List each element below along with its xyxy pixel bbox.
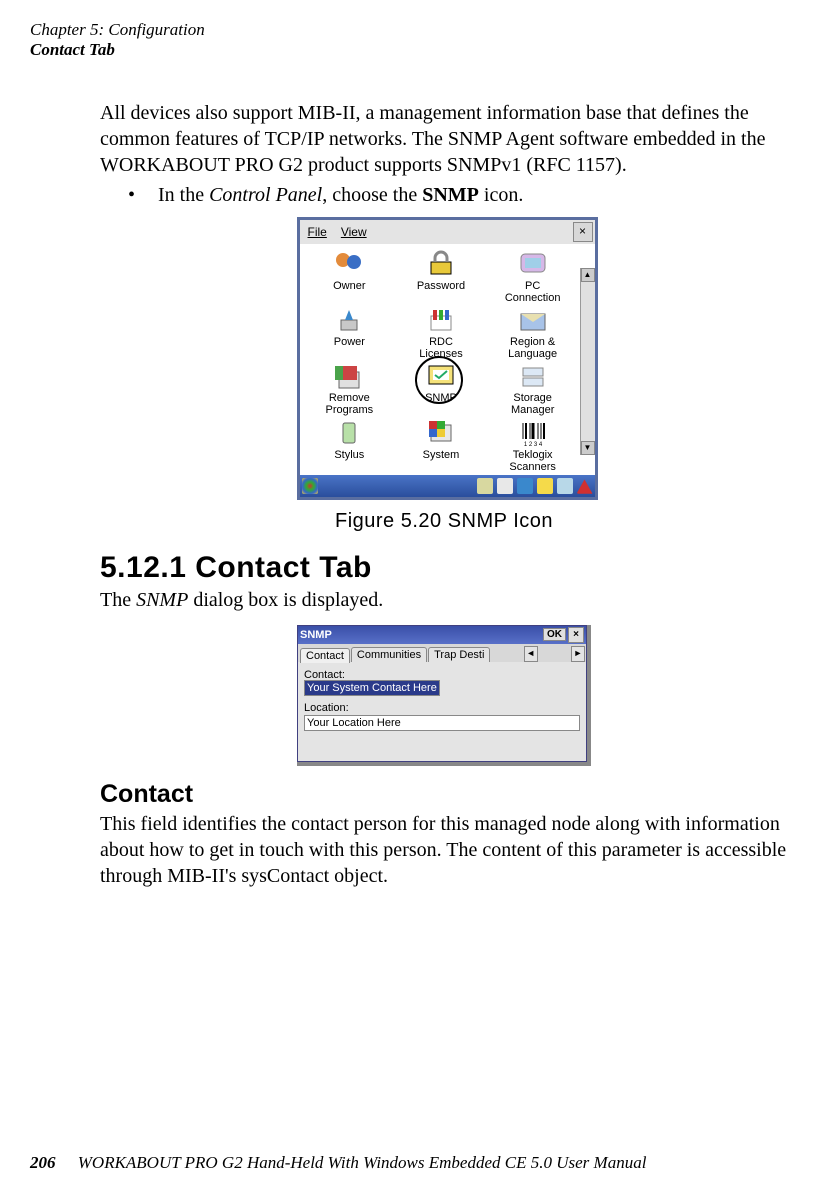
icon-label: Region & Language: [489, 336, 577, 360]
tray-icon-5[interactable]: [557, 478, 573, 494]
intro-paragraph: All devices also support MIB-II, a manag…: [100, 100, 788, 178]
start-icon[interactable]: [302, 478, 318, 494]
scroll-down-icon[interactable]: ▼: [581, 441, 595, 455]
bullet-bold: SNMP: [422, 184, 479, 206]
bullet-mid: , choose the: [322, 184, 422, 206]
menu-view[interactable]: View: [341, 225, 367, 239]
dialog-title-text: SNMP: [300, 629, 332, 641]
teklogix-scanners-icon[interactable]: 1 2 3 4 Teklogix Scanners: [489, 419, 577, 473]
chapter-line: Chapter 5: Configuration: [30, 20, 205, 40]
tray-icon-6[interactable]: [577, 478, 593, 494]
region-language-icon[interactable]: Region & Language: [489, 306, 577, 360]
close-icon[interactable]: ×: [568, 627, 584, 643]
tab-trap-destinations[interactable]: Trap Desti: [428, 647, 490, 662]
tray-icon-1[interactable]: [477, 478, 493, 494]
bullet-marker: •: [128, 184, 158, 207]
icon-label: Password: [397, 280, 485, 292]
snmp-icon[interactable]: SNMP: [397, 362, 485, 416]
bullet-post: icon.: [479, 184, 523, 206]
figure-caption: Figure 5.20 SNMP Icon: [100, 510, 788, 533]
tab-scroll-right-icon[interactable]: ►: [571, 646, 585, 662]
para2-italic: SNMP: [136, 589, 188, 611]
tray-icon-4[interactable]: [537, 478, 553, 494]
page-header: Chapter 5: Configuration Contact Tab: [30, 20, 205, 61]
rdc-licenses-icon[interactable]: RDC Licenses: [397, 306, 485, 360]
contact-subheading: Contact: [100, 780, 788, 809]
storage-manager-icon[interactable]: Storage Manager: [489, 362, 577, 416]
footer-text: WORKABOUT PRO G2 Hand-Held With Windows …: [78, 1153, 647, 1172]
icon-label: PC Connection: [489, 280, 577, 304]
tab-scroll-left-icon[interactable]: ◄: [524, 646, 538, 662]
tab-contact[interactable]: Contact: [300, 648, 350, 663]
contact-paragraph: This field identifies the contact person…: [100, 811, 788, 889]
contact-label: Contact:: [304, 669, 580, 681]
location-label: Location:: [304, 702, 580, 714]
para2-pre: The: [100, 589, 136, 611]
svg-text:1 2 3 4: 1 2 3 4: [523, 442, 542, 447]
bullet-italic: Control Panel: [209, 184, 322, 206]
icon-grid: Owner Password PC Connection Power: [300, 244, 595, 475]
tabs: Contact Communities Trap Desti ◄ ►: [298, 644, 586, 662]
section-line: Contact Tab: [30, 40, 205, 60]
section-heading: 5.12.1 Contact Tab: [100, 551, 788, 585]
icon-label: Storage Manager: [489, 392, 577, 416]
owner-icon[interactable]: Owner: [306, 250, 394, 304]
bullet-pre: In the: [158, 184, 209, 206]
para2-post: dialog box is displayed.: [188, 589, 383, 611]
bullet-text: In the Control Panel, choose the SNMP ic…: [158, 184, 523, 207]
location-input[interactable]: Your Location Here: [304, 715, 580, 731]
tray-icon-2[interactable]: [497, 478, 513, 494]
power-icon[interactable]: Power: [306, 306, 394, 360]
figure-control-panel: File View × Owner Password: [297, 217, 592, 500]
ok-button[interactable]: OK: [543, 628, 566, 641]
menu-bar: File View ×: [300, 220, 595, 244]
bullet-item: • In the Control Panel, choose the SNMP …: [128, 184, 788, 207]
control-panel-window: File View × Owner Password: [297, 217, 598, 500]
pc-connection-icon[interactable]: PC Connection: [489, 250, 577, 304]
snmp-dialog: SNMP OK × Contact Communities Trap Desti…: [297, 625, 587, 762]
icon-label: Remove Programs: [306, 392, 394, 416]
password-icon[interactable]: Password: [397, 250, 485, 304]
icon-label: SNMP: [397, 392, 485, 404]
scroll-up-icon[interactable]: ▲: [581, 268, 595, 282]
scrollbar[interactable]: ▲ ▼: [580, 268, 595, 455]
icon-label: Teklogix Scanners: [489, 449, 577, 473]
stylus-icon[interactable]: Stylus: [306, 419, 394, 473]
icon-label: Owner: [306, 280, 394, 292]
page-number: 206: [30, 1153, 56, 1172]
page-footer: 206 WORKABOUT PRO G2 Hand-Held With Wind…: [30, 1153, 646, 1173]
taskbar: [300, 475, 595, 497]
icon-label: Power: [306, 336, 394, 348]
icon-label: RDC Licenses: [397, 336, 485, 360]
close-icon[interactable]: ×: [573, 222, 593, 242]
dialog-body: Contact: Your System Contact Here Locati…: [298, 662, 586, 761]
menu-file[interactable]: File: [308, 225, 327, 239]
tray-icon-3[interactable]: [517, 478, 533, 494]
main-content: All devices also support MIB-II, a manag…: [100, 100, 788, 895]
contact-input[interactable]: Your System Contact Here: [304, 680, 440, 696]
system-icon[interactable]: System: [397, 419, 485, 473]
dialog-intro: The SNMP dialog box is displayed.: [100, 587, 788, 613]
tab-communities[interactable]: Communities: [351, 647, 427, 662]
icon-label: System: [397, 449, 485, 461]
dialog-titlebar: SNMP OK ×: [298, 626, 586, 644]
snmp-dialog-figure: SNMP OK × Contact Communities Trap Desti…: [297, 625, 591, 766]
icon-label: Stylus: [306, 449, 394, 461]
remove-programs-icon[interactable]: Remove Programs: [306, 362, 394, 416]
